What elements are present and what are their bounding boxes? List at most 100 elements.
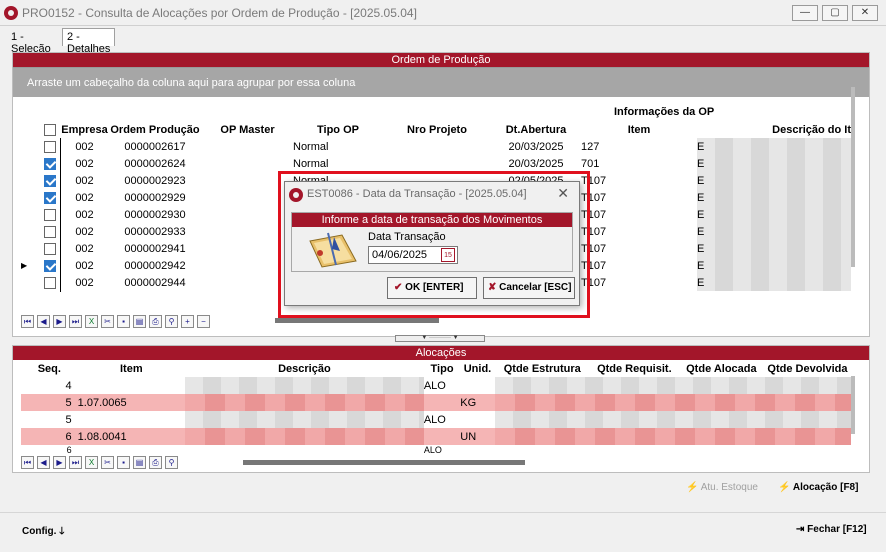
table-row[interactable]: 4 ALO [21, 377, 851, 394]
tools-icon[interactable]: ✂ [101, 315, 114, 328]
dialog-title-bar: EST0086 - Data da Transação - [2025.05.0… [285, 182, 579, 206]
arrow-down-icon: 🡓 [59, 526, 65, 537]
table-row[interactable]: 5 ALO [21, 411, 851, 428]
col-nro-projeto[interactable]: Nro Projeto [383, 121, 491, 138]
data-transacao-label: Data Transação [368, 231, 446, 243]
search-icon[interactable]: ⚲ [165, 315, 178, 328]
grid-layout-icon[interactable]: ▤ [133, 456, 146, 469]
last-record-icon[interactable]: ⏭ [69, 315, 82, 328]
redacted-cell [184, 394, 424, 411]
maximize-button[interactable]: ▢ [822, 5, 848, 21]
horizontal-scrollbar[interactable] [243, 460, 525, 465]
dialog-title: EST0086 - Data da Transação - [2025.05.0… [307, 188, 527, 200]
row-checkbox[interactable] [44, 225, 56, 238]
ok-button[interactable]: ✔ OK [ENTER] [387, 277, 477, 299]
col-tipo[interactable]: Tipo [424, 360, 460, 377]
redacted-cell [494, 428, 851, 445]
col-item[interactable]: Item [581, 121, 697, 138]
table-row[interactable]: 002 0000002617 Normal 20/03/2025 127 E [21, 138, 851, 155]
prior-record-icon[interactable]: ◀ [37, 456, 50, 469]
row-checkbox[interactable] [44, 191, 56, 204]
col-descricao[interactable]: Descrição do It [697, 121, 851, 138]
vertical-scrollbar[interactable] [851, 376, 855, 434]
table-row[interactable]: 002 0000002624 Normal 20/03/2025 701 E [21, 155, 851, 172]
splitter-handle[interactable]: ▼ ··········· ▼ [395, 335, 485, 342]
grid-layout-icon[interactable]: ▤ [133, 315, 146, 328]
last-record-icon[interactable]: ⏭ [69, 456, 82, 469]
col-qtde-requisit[interactable]: Qtde Requisit. [590, 360, 679, 377]
tab-detalhes[interactable]: 2 - Detalhes [62, 28, 116, 55]
next-record-icon[interactable]: ▶ [53, 456, 66, 469]
alocacao-button[interactable]: ⚡ Alocação [F8] [778, 482, 858, 493]
next-record-icon[interactable]: ▶ [53, 315, 66, 328]
select-all-checkbox[interactable] [39, 121, 61, 138]
col-qtde-estrutura[interactable]: Qtde Estrutura [495, 360, 590, 377]
row-checkbox[interactable] [44, 157, 56, 170]
col-qtde-devolvida[interactable]: Qtde Devolvida [764, 360, 851, 377]
dialog-group-box: Informe a data de transação dos Moviment… [291, 212, 573, 272]
redacted-cell: E [697, 257, 851, 274]
search-icon[interactable]: ⚲ [165, 456, 178, 469]
minimize-button[interactable]: — [792, 5, 818, 21]
table-row[interactable]: 5 1.07.0065 KG [21, 394, 851, 411]
table-row[interactable]: 6 1.08.0041 UN [21, 428, 851, 445]
col-dt-abertura[interactable]: Dt.Abertura [491, 121, 581, 138]
vertical-scrollbar[interactable] [851, 87, 855, 267]
print-icon[interactable]: ⎙ [149, 315, 162, 328]
row-checkbox[interactable] [44, 259, 56, 272]
redacted-cell: E [697, 206, 851, 223]
calendar-icon[interactable]: 15 [441, 248, 455, 262]
app-icon [4, 6, 18, 20]
tools-icon[interactable]: ✂ [101, 456, 114, 469]
ordem-producao-title: Ordem de Produção [13, 53, 869, 67]
group-by-bar[interactable]: Arraste um cabeçalho da coluna aqui para… [13, 67, 869, 97]
close-icon[interactable]: ✕ [557, 185, 569, 202]
col-item[interactable]: Item [78, 360, 185, 377]
save-icon[interactable]: ▪ [117, 315, 130, 328]
alocacoes-panel: Alocações Seq. Item Descrição Tipo Unid.… [12, 345, 870, 473]
close-window-button[interactable]: ✕ [852, 5, 878, 21]
row-indicator-icon: ▶ [21, 261, 28, 270]
row-checkbox[interactable] [44, 208, 56, 221]
redacted-cell [494, 377, 851, 394]
tab-selecao[interactable]: 1 - Seleção [6, 28, 56, 55]
atu-estoque-button[interactable]: ⚡ Atu. Estoque [686, 482, 758, 493]
collapse-icon[interactable]: − [197, 315, 210, 328]
data-transacao-input[interactable]: 04/06/2025 15 [368, 246, 458, 264]
prior-record-icon[interactable]: ◀ [37, 315, 50, 328]
window-title: PRO0152 - Consulta de Alocações por Orde… [22, 6, 417, 20]
expand-icon[interactable]: + [181, 315, 194, 328]
excel-export-icon[interactable]: X [85, 315, 98, 328]
redacted-cell [494, 394, 851, 411]
row-checkbox[interactable] [44, 276, 56, 289]
table-row[interactable]: 6 ALO [21, 445, 851, 455]
col-qtde-alocada[interactable]: Qtde Alocada [679, 360, 764, 377]
col-empresa[interactable]: Empresa [61, 121, 108, 138]
col-descricao[interactable]: Descrição [185, 360, 424, 377]
col-seq[interactable]: Seq. [21, 360, 78, 377]
save-icon[interactable]: ▪ [117, 456, 130, 469]
horizontal-scrollbar[interactable] [275, 318, 439, 323]
col-unid[interactable]: Unid. [460, 360, 494, 377]
cancel-button[interactable]: ✘ Cancelar [ESC] [483, 277, 575, 299]
config-button[interactable]: Config. 🡓 [22, 524, 64, 541]
print-icon[interactable]: ⎙ [149, 456, 162, 469]
col-ordem-producao[interactable]: Ordem Produção [108, 121, 202, 138]
calendar-illustration-icon [306, 231, 360, 269]
first-record-icon[interactable]: ⏮ [21, 456, 34, 469]
row-checkbox[interactable] [44, 242, 56, 255]
first-record-icon[interactable]: ⏮ [21, 315, 34, 328]
redacted-cell: E [697, 138, 851, 155]
redacted-cell: E [697, 223, 851, 240]
fechar-button[interactable]: ⇥ Fechar [F12] [796, 524, 867, 535]
dialog-section-title: Informe a data de transação dos Moviment… [292, 213, 572, 227]
row-checkbox[interactable] [44, 140, 56, 153]
row-checkbox[interactable] [44, 174, 56, 187]
col-tipo-op[interactable]: Tipo OP [293, 121, 383, 138]
col-op-master[interactable]: OP Master [202, 121, 293, 138]
excel-export-icon[interactable]: X [85, 456, 98, 469]
lightning-icon: ⚡ [686, 482, 699, 493]
lightning-icon: ⚡ [778, 482, 791, 493]
data-transacao-dialog: EST0086 - Data da Transação - [2025.05.0… [284, 181, 580, 306]
footer-separator [0, 512, 886, 513]
